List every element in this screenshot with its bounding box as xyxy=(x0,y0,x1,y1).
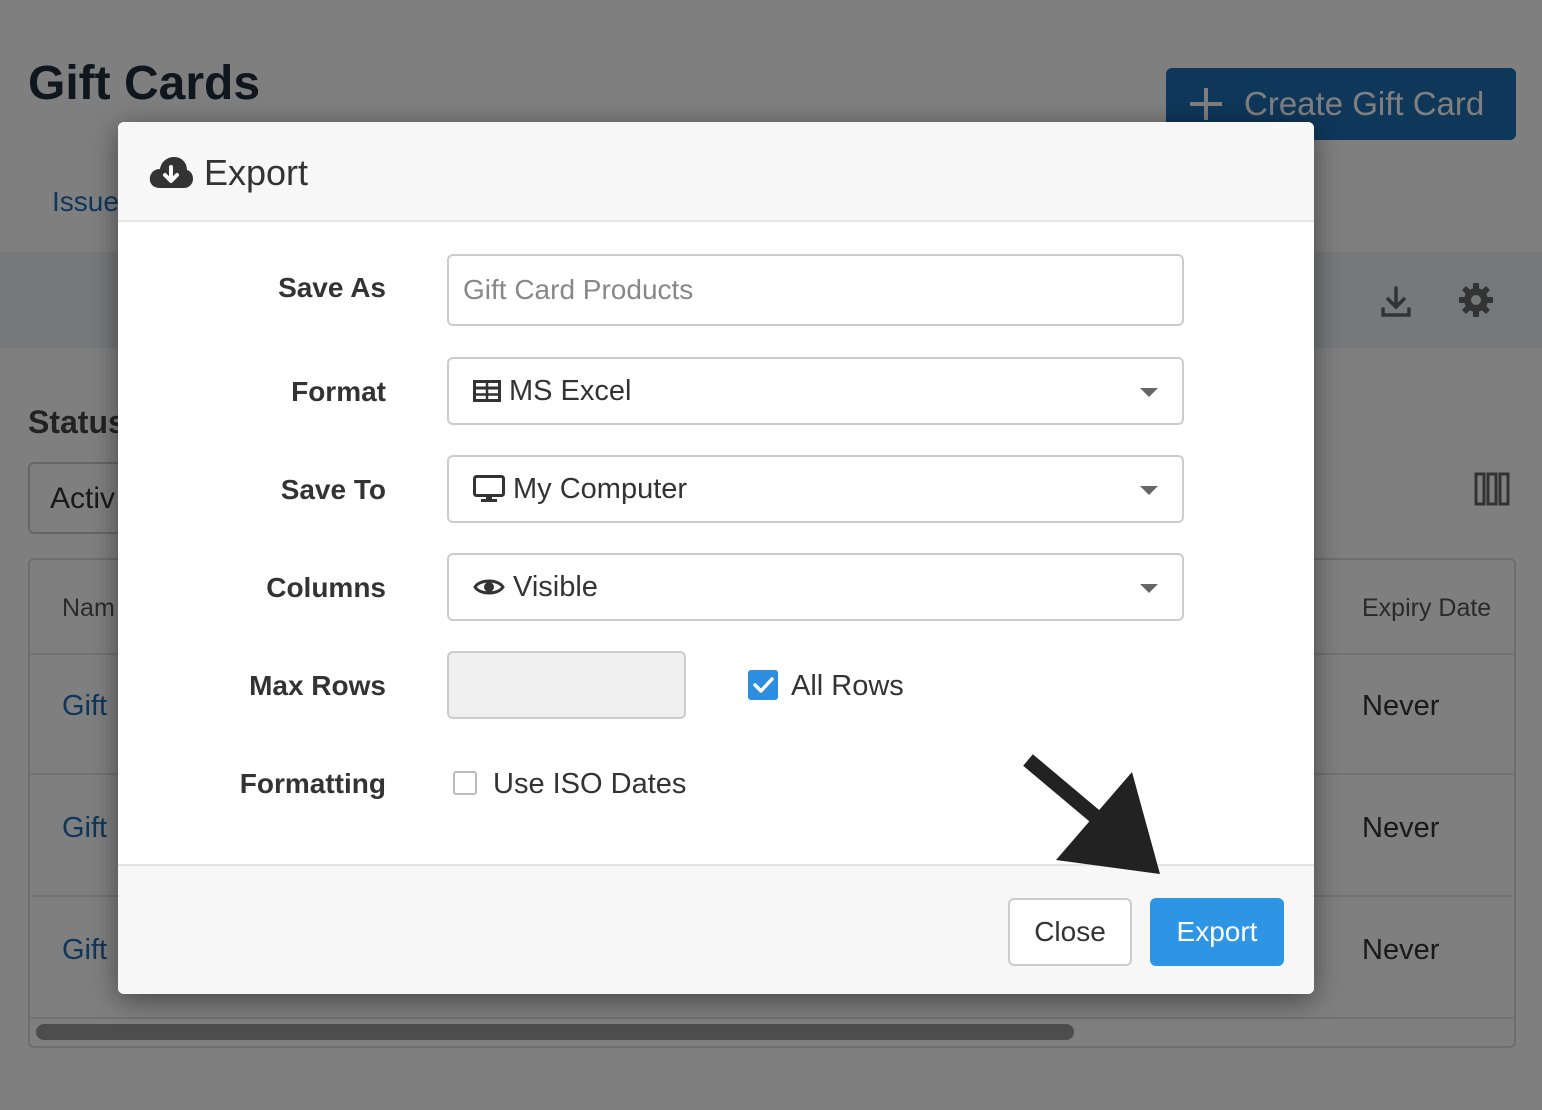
formatting-label: Formatting xyxy=(239,768,386,799)
save-as-field[interactable] xyxy=(447,254,1184,326)
format-value: MS Excel xyxy=(509,374,632,407)
columns-value: Visible xyxy=(513,570,598,603)
table-icon xyxy=(473,380,501,402)
columns-label: Columns xyxy=(266,572,386,603)
columns-select[interactable]: Visible xyxy=(447,553,1184,621)
desktop-icon xyxy=(473,475,505,503)
modal-footer: Close Export xyxy=(118,864,1314,994)
save-to-value: My Computer xyxy=(513,472,688,505)
save-as-label: Save As xyxy=(278,272,386,303)
format-select[interactable]: MS Excel xyxy=(447,357,1184,425)
max-rows-label: Max Rows xyxy=(249,670,386,701)
cloud-download-icon xyxy=(149,157,193,188)
modal-header: Export xyxy=(118,122,1314,222)
chevron-down-icon xyxy=(1140,584,1158,593)
save-as-input[interactable] xyxy=(449,256,1182,324)
close-button[interactable]: Close xyxy=(1008,898,1132,966)
chevron-down-icon xyxy=(1140,486,1158,495)
all-rows-label[interactable]: All Rows xyxy=(791,670,904,703)
use-iso-dates-checkbox[interactable] xyxy=(453,771,477,795)
export-button[interactable]: Export xyxy=(1150,898,1284,966)
all-rows-checkbox[interactable] xyxy=(748,670,778,700)
save-to-label: Save To xyxy=(280,474,386,505)
save-to-select[interactable]: My Computer xyxy=(447,455,1184,523)
checkmark-icon xyxy=(753,677,774,693)
max-rows-input[interactable] xyxy=(447,651,686,719)
pointer-arrow-icon xyxy=(1023,754,1160,874)
use-iso-dates-label[interactable]: Use ISO Dates xyxy=(493,768,686,801)
modal-title: Export xyxy=(204,152,309,193)
eye-icon xyxy=(473,576,505,598)
format-label: Format xyxy=(291,376,386,407)
chevron-down-icon xyxy=(1140,388,1158,397)
